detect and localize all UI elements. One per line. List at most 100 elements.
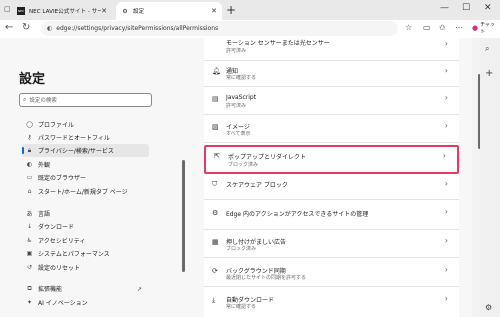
- row-status: 常に確認する: [226, 304, 257, 310]
- row-status: 許可済み: [226, 48, 247, 54]
- permission-row-scareware[interactable]: ⛉ スケアウェア ブロック ›: [204, 174, 459, 200]
- tab-nec[interactable]: NEC NEC LAVIE公式サイト - サービス＆サ ✕: [12, 2, 112, 20]
- maximize-icon[interactable]: ☐: [462, 3, 470, 13]
- chevron-right-icon: ›: [444, 236, 448, 245]
- search-icon[interactable]: ⌕: [485, 44, 489, 54]
- edge-icon: ◐: [47, 25, 53, 32]
- nav-item-downloads[interactable]: ↓ ダウンロード: [25, 220, 149, 233]
- search-input[interactable]: ⌕ 設定の検索: [19, 93, 152, 107]
- chevron-right-icon: ›: [444, 207, 448, 216]
- nav-label: 外観: [38, 162, 51, 169]
- close-window-icon[interactable]: ✕: [484, 3, 492, 13]
- nav-item-default-browser[interactable]: ▭ 既定のブラウザー: [25, 171, 149, 184]
- permission-row-edge-actions[interactable]: ⚙ Edge 内のアクションがアクセスできるサイトの管理 ›: [204, 200, 459, 230]
- minimize-icon[interactable]: —: [440, 3, 449, 13]
- back-arrow-icon[interactable]: ←: [5, 22, 13, 33]
- add-sidebar-plus-icon[interactable]: +: [485, 68, 493, 79]
- nav-label: システムとパフォーマンス: [38, 251, 110, 258]
- permission-row-background-sync[interactable]: ⟳ バックグラウンド同期 最近閉じたサイトの同期を許可する ›: [204, 258, 459, 287]
- bell-icon: 🔔︎: [212, 67, 221, 75]
- chevron-right-icon: ›: [444, 179, 448, 188]
- split-screen-icon[interactable]: ▭: [423, 23, 431, 32]
- nav-label: プライバシー/検索/サービス: [38, 148, 114, 155]
- nav-scrollbar[interactable]: [182, 160, 185, 272]
- copilot-label: チャット: [480, 22, 496, 35]
- nav-item-system[interactable]: ▣ システムとパフォーマンス: [25, 247, 149, 260]
- accessibility-icon: ♿︎: [26, 237, 33, 244]
- address-bar[interactable]: ◐ edge://settings/privacy/sitePermission…: [41, 21, 398, 36]
- favorite-star-icon[interactable]: ☆: [405, 23, 412, 32]
- nav-item-language[interactable]: あ言語: [25, 207, 149, 220]
- system-icon: ▣: [26, 250, 33, 257]
- tab-title: NEC LAVIE公式サイト - サービス＆サ: [29, 9, 102, 15]
- row-title: モーション センサーまたは光センサー: [226, 40, 330, 47]
- key-icon: ⚷: [27, 134, 32, 141]
- nav-item-extensions[interactable]: ⧉ 拡張機能: [25, 282, 149, 295]
- chevron-right-icon: ›: [444, 121, 448, 130]
- row-title: ポップアップとリダイレクト: [228, 154, 307, 161]
- search-icon: ⌕: [23, 96, 27, 103]
- tab-title: 設定: [133, 9, 145, 15]
- row-title: Edge 内のアクションがアクセスできるサイトの管理: [226, 211, 369, 218]
- extensions-icon: ⧉: [27, 284, 32, 292]
- lock-icon: 🔒︎: [27, 146, 32, 154]
- nav-label: ダウンロード: [38, 224, 75, 231]
- refresh-icon[interactable]: ↻: [22, 22, 30, 33]
- browser-icon: ▭: [26, 174, 33, 181]
- chevron-right-icon: ›: [444, 294, 448, 303]
- nav-label: スタート/ホーム/新規タブ ページ: [38, 189, 128, 196]
- permission-row-motion-sensor[interactable]: モーション センサーまたは光センサー 許可済み ›: [204, 38, 459, 61]
- row-status: 常に確認する: [226, 75, 257, 81]
- settings-gear-icon[interactable]: ⚙: [485, 303, 492, 312]
- external-link-icon[interactable]: ↗: [137, 286, 142, 293]
- tab-settings[interactable]: ⚙ 設定 ✕: [116, 2, 222, 20]
- row-status: ブロック済み: [228, 162, 259, 168]
- profile-icon: ◯: [26, 121, 33, 128]
- ai-icon: ✦: [26, 299, 33, 306]
- nav-label: プロファイル: [38, 122, 75, 129]
- home-icon: ⌂: [27, 188, 32, 195]
- search-placeholder: 設定の検索: [29, 98, 57, 104]
- copilot-icon: ●: [472, 24, 479, 32]
- image-icon: ▨: [212, 123, 219, 131]
- ad-icon: ▦: [212, 238, 219, 246]
- download-icon: ⤓: [212, 296, 216, 304]
- chevron-right-icon: ›: [444, 66, 448, 75]
- permission-row-notifications[interactable]: 🔔︎ 通知 常に確認する ›: [204, 61, 459, 87]
- edge-sidebar: [480, 38, 500, 317]
- nav-item-ai-innovation[interactable]: ✦ AI イノベーション: [25, 296, 149, 309]
- close-icon[interactable]: ✕: [211, 7, 217, 15]
- permission-row-popups-redirects[interactable]: ⇱ ポップアップとリダイレクト ブロック済み ›: [204, 145, 459, 174]
- nav-item-start-home[interactable]: ⌂ スタート/ホーム/新規タブ ページ: [25, 185, 149, 198]
- language-icon: あ: [26, 211, 33, 218]
- nav-item-reset[interactable]: ↺ 設定のリセット: [25, 261, 149, 274]
- permission-row-images[interactable]: ▨ イメージ すべて表示 ›: [204, 115, 459, 143]
- address-url: edge://settings/privacy/sitePermissions/…: [56, 25, 219, 32]
- tab-actions-icon[interactable]: ▢: [4, 5, 11, 13]
- gear-icon: ⚙: [212, 209, 219, 217]
- row-status: 最近閉じたサイトの同期を許可する: [226, 275, 307, 281]
- copilot-button[interactable]: ● チャット: [470, 21, 496, 35]
- permission-row-javascript[interactable]: ▤ JavaScript 許可済み ›: [204, 87, 459, 115]
- chevron-right-icon: ›: [442, 151, 446, 160]
- nav-item-profile[interactable]: ◯ プロファイル: [25, 118, 149, 131]
- row-title: JavaScript: [226, 94, 257, 101]
- nav-item-privacy[interactable]: 🔒︎ プライバシー/検索/サービス: [22, 144, 149, 157]
- nav-item-accessibility[interactable]: ♿︎ アクセシビリティ: [25, 234, 149, 247]
- row-status: 許可済み: [226, 103, 247, 109]
- close-icon[interactable]: ✕: [101, 7, 107, 15]
- gear-icon: ⚙: [122, 7, 128, 15]
- permission-row-intrusive-ads[interactable]: ▦ 押し付けがましい広告 ブロック済み ›: [204, 230, 459, 258]
- nav-label: パスワードとオートフィル: [38, 135, 110, 142]
- nav-item-appearance[interactable]: ◐ 外観: [25, 158, 149, 171]
- favorites-icon[interactable]: ✩: [439, 23, 446, 32]
- reset-icon: ↺: [26, 264, 33, 271]
- page-title: 設定: [19, 72, 46, 87]
- new-tab-plus-icon[interactable]: +: [226, 3, 236, 17]
- nav-item-passwords[interactable]: ⚷ パスワードとオートフィル: [25, 131, 149, 144]
- nav-label: AI イノベーション: [38, 300, 88, 307]
- external-link-icon: ⇱: [214, 152, 220, 160]
- permission-row-auto-downloads[interactable]: ⤓ 自動ダウンロード 常に確認する ›: [204, 287, 459, 317]
- more-menu-icon[interactable]: ⋯: [455, 23, 463, 32]
- chevron-right-icon: ›: [444, 265, 448, 274]
